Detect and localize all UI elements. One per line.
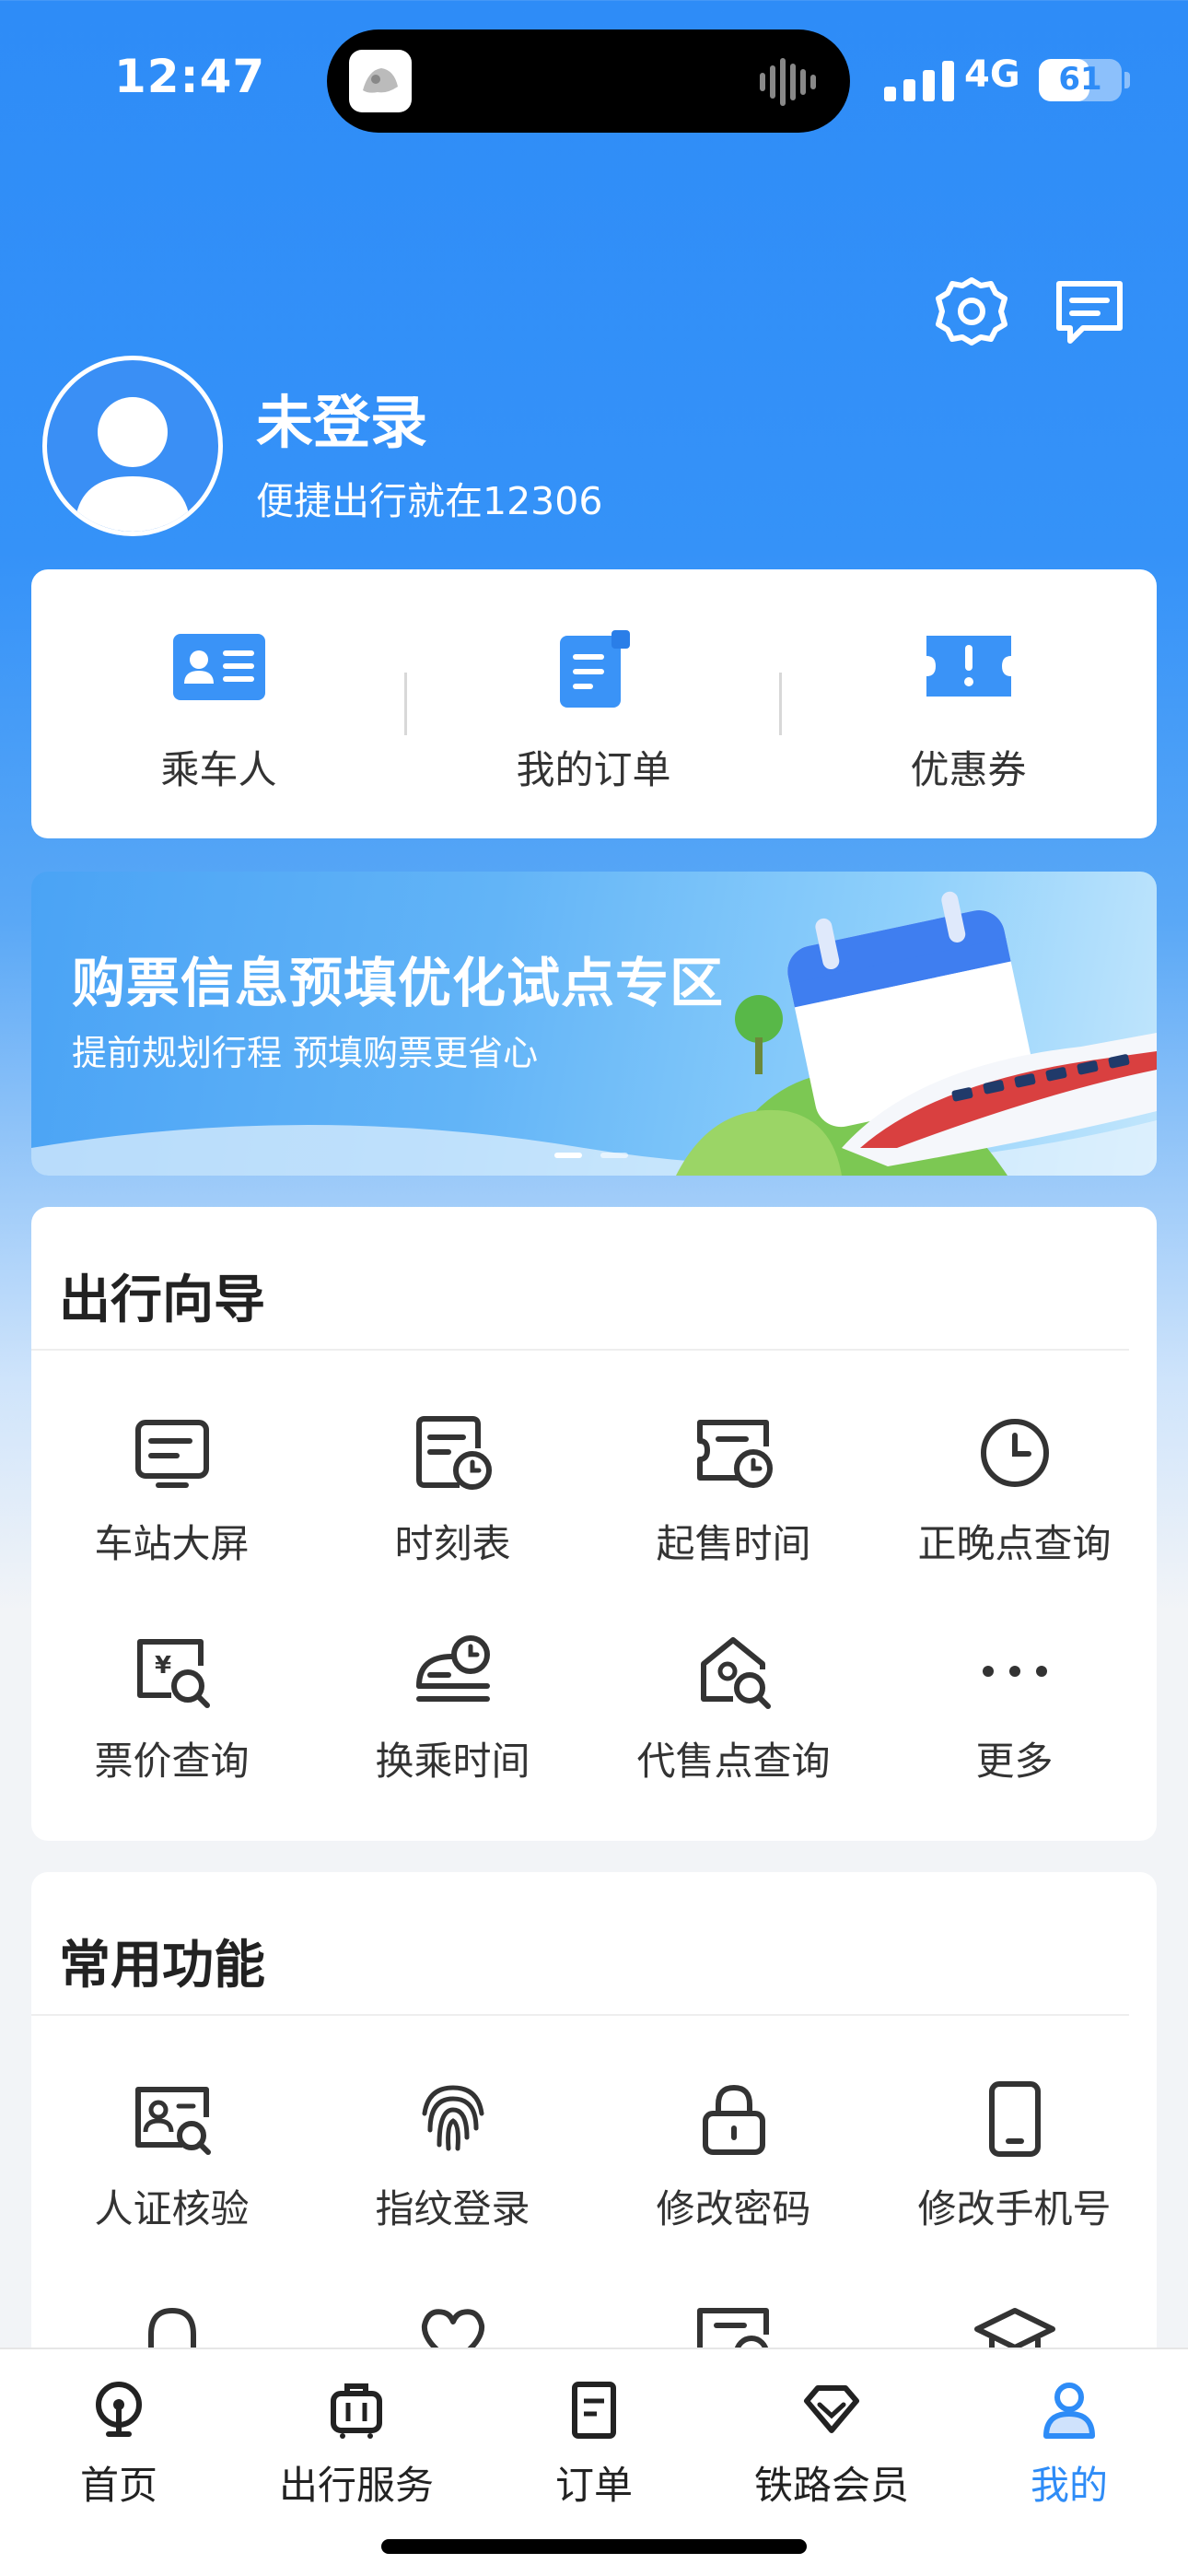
- id-verify-button[interactable]: 人证核验: [31, 2077, 312, 2261]
- divider: [31, 2014, 1129, 2016]
- gear-icon[interactable]: [935, 275, 1008, 348]
- battery-level: 61: [1058, 61, 1102, 98]
- clock-icon: [973, 1411, 1056, 1494]
- passenger-card-icon: [171, 630, 267, 708]
- timetable-icon: [412, 1411, 495, 1494]
- avatar[interactable]: [42, 356, 223, 536]
- fare-query-button[interactable]: ¥ 票价查询: [31, 1629, 312, 1813]
- travel-guide-card: 出行向导 车站大屏 时刻表 起售时间 正晚点查询 ¥ 票价查询 换乘时间 代售点…: [31, 1207, 1157, 1841]
- battery-icon: 61: [1039, 59, 1122, 101]
- coupon-button[interactable]: 优惠券: [781, 569, 1156, 838]
- cellular-signal-icon: [884, 61, 956, 105]
- delay-query-label: 正晚点查询: [917, 1521, 1112, 1566]
- order-icon: [562, 2377, 626, 2441]
- fingerprint-login-label: 指纹登录: [375, 2186, 530, 2231]
- dynamic-island[interactable]: [327, 29, 850, 133]
- svg-text:¥: ¥: [155, 1652, 171, 1680]
- tab-label: 铁路会员: [753, 2463, 909, 2508]
- coupon-icon: [921, 630, 1017, 706]
- banner-illustration: [31, 891, 1157, 1176]
- banner-subtitle: 提前规划行程 预填购票更省心: [72, 1033, 539, 1073]
- tab-orders[interactable]: 订单: [475, 2366, 713, 2532]
- home-indicator[interactable]: [381, 2539, 807, 2554]
- station-screen-button[interactable]: 车站大屏: [31, 1411, 312, 1596]
- transfer-time-icon: [412, 1629, 495, 1712]
- transfer-time-label: 换乘时间: [375, 1739, 530, 1784]
- pagination-dot-active: [554, 1153, 582, 1158]
- audio-wave-icon: [758, 57, 822, 111]
- divider: [31, 1349, 1129, 1351]
- tab-label: 我的: [1030, 2463, 1108, 2508]
- timetable-label: 时刻表: [394, 1521, 511, 1566]
- id-verify-icon: [131, 2077, 214, 2160]
- id-verify-label: 人证核验: [94, 2186, 250, 2231]
- change-phone-label: 修改手机号: [917, 2186, 1112, 2231]
- agency-query-button[interactable]: 代售点查询: [593, 1629, 874, 1813]
- change-password-button[interactable]: 修改密码: [593, 2077, 874, 2261]
- agency-search-icon: [693, 1629, 775, 1712]
- section-title-common-functions: 常用功能: [59, 1936, 265, 1996]
- fingerprint-login-button[interactable]: 指纹登录: [312, 2077, 593, 2261]
- order-list-icon: [553, 630, 635, 713]
- message-icon[interactable]: [1052, 276, 1127, 350]
- tab-home[interactable]: 首页: [0, 2366, 238, 2532]
- station-screen-icon: [131, 1411, 214, 1494]
- pagination-dot: [600, 1153, 628, 1158]
- passenger-button[interactable]: 乘车人: [31, 569, 406, 838]
- tab-mine[interactable]: 我的: [950, 2366, 1188, 2532]
- network-type: 4G: [964, 53, 1020, 96]
- station-screen-label: 车站大屏: [94, 1521, 250, 1566]
- promo-banner[interactable]: 购票信息预填优化试点专区 提前规划行程 预填购票更省心: [31, 872, 1157, 1176]
- tab-label: 出行服务: [278, 2463, 434, 2508]
- lock-icon: [693, 2077, 775, 2160]
- luggage-icon: [324, 2377, 389, 2441]
- quick-actions-card: 乘车人 我的订单 优惠券: [31, 569, 1157, 838]
- tab-travel-service[interactable]: 出行服务: [238, 2366, 475, 2532]
- diamond-icon: [799, 2377, 864, 2441]
- sale-time-button[interactable]: 起售时间: [593, 1411, 874, 1596]
- change-password-label: 修改密码: [656, 2186, 811, 2231]
- more-button[interactable]: 更多: [874, 1629, 1155, 1813]
- phone-icon: [973, 2077, 1056, 2160]
- coupon-label: 优惠券: [910, 747, 1027, 792]
- tab-label: 订单: [554, 2463, 633, 2508]
- railway-home-icon: [87, 2377, 151, 2441]
- status-time: 12:47: [114, 50, 266, 103]
- tab-label: 首页: [79, 2463, 157, 2508]
- login-status[interactable]: 未登录: [256, 376, 427, 459]
- status-bar: 12:47 4G 61: [0, 0, 1188, 157]
- island-app-icon: [349, 50, 412, 112]
- user-icon: [1037, 2377, 1101, 2441]
- delay-query-button[interactable]: 正晚点查询: [874, 1411, 1155, 1596]
- agency-query-label: 代售点查询: [636, 1739, 831, 1784]
- sale-time-label: 起售时间: [656, 1521, 811, 1566]
- transfer-time-button[interactable]: 换乘时间: [312, 1629, 593, 1813]
- fingerprint-icon: [412, 2077, 495, 2160]
- banner-title: 购票信息预填优化试点专区: [72, 952, 725, 1014]
- passenger-label: 乘车人: [160, 747, 277, 792]
- more-label: 更多: [975, 1739, 1054, 1784]
- battery-tip: [1124, 72, 1130, 88]
- my-orders-label: 我的订单: [516, 747, 671, 792]
- section-title-travel-guide: 出行向导: [59, 1270, 265, 1330]
- fare-query-label: 票价查询: [94, 1739, 250, 1784]
- sale-time-icon: [693, 1411, 775, 1494]
- fare-search-icon: ¥: [131, 1629, 214, 1712]
- tab-railway-member[interactable]: 铁路会员: [713, 2366, 950, 2532]
- profile-subtitle: 便捷出行就在12306: [256, 479, 603, 523]
- change-phone-button[interactable]: 修改手机号: [874, 2077, 1155, 2261]
- banner-pagination: [554, 1144, 646, 1162]
- timetable-button[interactable]: 时刻表: [312, 1411, 593, 1596]
- my-orders-button[interactable]: 我的订单: [406, 569, 781, 838]
- more-icon: [973, 1629, 1056, 1712]
